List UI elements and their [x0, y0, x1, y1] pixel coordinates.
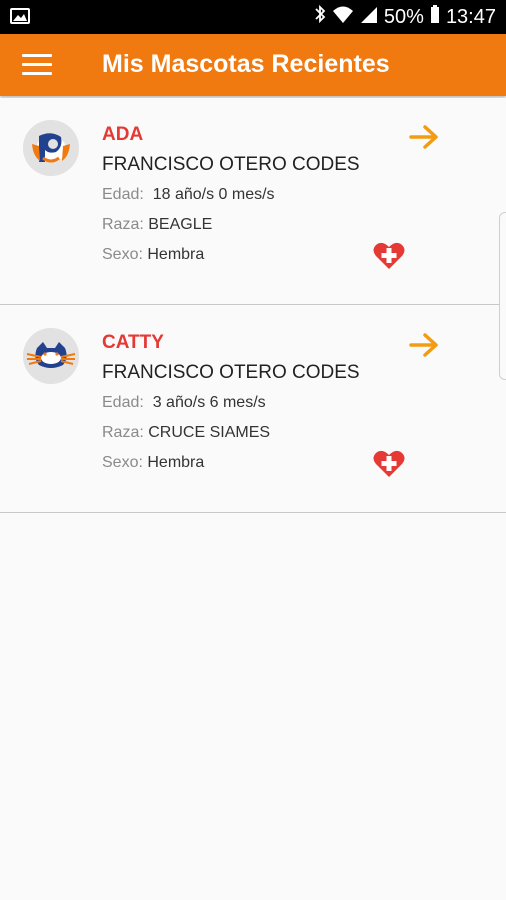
bluetooth-icon — [314, 4, 326, 30]
sex-label: Sexo: — [102, 246, 143, 263]
age-label: Edad: — [102, 394, 144, 411]
pet-name: ADA — [102, 124, 144, 145]
arrow-right-icon[interactable] — [408, 124, 440, 150]
breed-value: BEAGLE — [148, 216, 213, 233]
sex-label: Sexo: — [102, 454, 143, 471]
clock: 13:47 — [445, 5, 496, 28]
pet-name: CATTY — [102, 332, 164, 353]
side-drawer-handle[interactable] — [499, 212, 506, 380]
pet-card[interactable]: ADA FRANCISCO OTERO CODES Edad: 18 año/s… — [0, 98, 506, 305]
owner-name: FRANCISCO OTERO CODES — [102, 154, 360, 175]
app-bar: Mis Mascotas Recientes — [0, 34, 506, 96]
breed-label: Raza: — [102, 216, 144, 233]
age-value: 18 año/s 0 mes/s — [152, 186, 275, 203]
breed-label: Raza: — [102, 424, 144, 441]
battery-percent: 50% — [383, 5, 424, 28]
gallery-notification-icon — [10, 8, 30, 29]
age-label: Edad: — [102, 186, 144, 203]
page-title: Mis Mascotas Recientes — [102, 50, 390, 78]
hamburger-menu-icon[interactable] — [22, 53, 52, 77]
battery-icon — [430, 4, 440, 30]
age-value: 3 año/s 6 mes/s — [152, 394, 266, 411]
health-heart-icon[interactable] — [373, 240, 405, 270]
wifi-icon — [332, 4, 354, 30]
pet-card[interactable]: CATTY FRANCISCO OTERO CODES Edad: 3 año/… — [0, 306, 506, 513]
sex-value: Hembra — [147, 246, 205, 263]
age-row: Edad: 18 año/s 0 mes/s — [102, 186, 275, 204]
status-bar: 50% 13:47 — [0, 0, 506, 34]
age-row: Edad: 3 año/s 6 mes/s — [102, 394, 266, 412]
cat-avatar-icon — [23, 328, 79, 384]
sex-value: Hembra — [147, 454, 205, 471]
breed-row: Raza: BEAGLE — [102, 216, 212, 234]
arrow-right-icon[interactable] — [408, 332, 440, 358]
signal-icon — [360, 4, 378, 30]
sex-row: Sexo: Hembra — [102, 246, 204, 264]
health-heart-icon[interactable] — [373, 448, 405, 478]
owner-name: FRANCISCO OTERO CODES — [102, 362, 360, 383]
sex-row: Sexo: Hembra — [102, 454, 204, 472]
dog-avatar-icon — [23, 120, 79, 176]
breed-row: Raza: CRUCE SIAMES — [102, 424, 270, 442]
breed-value: CRUCE SIAMES — [148, 424, 271, 441]
